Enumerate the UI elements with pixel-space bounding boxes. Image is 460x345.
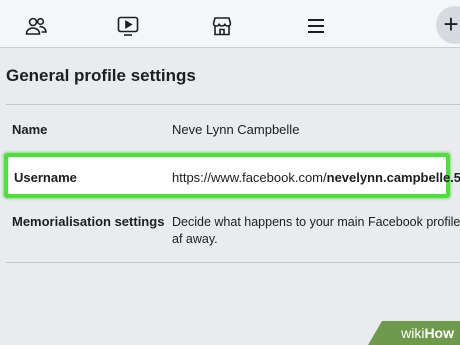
name-value[interactable]: Neve Lynn Campbelle	[172, 122, 299, 137]
plus-icon: +	[443, 9, 459, 39]
divider	[6, 262, 460, 263]
screen: + General profile settings Name Neve Lyn…	[0, 0, 460, 345]
wikihow-watermark: wiki How	[368, 321, 460, 345]
memorialisation-description[interactable]: Decide what happens to your main Faceboo…	[172, 214, 460, 248]
menu-icon[interactable]	[304, 14, 328, 38]
watermark-how-text: How	[424, 325, 454, 341]
friends-icon[interactable]	[24, 14, 48, 38]
create-button[interactable]: +	[436, 6, 460, 44]
memorialisation-label: Memorialisation settings	[12, 214, 165, 229]
page-title: General profile settings	[6, 66, 196, 85]
username-url[interactable]: https://www.facebook.com/nevelynn.campbe…	[172, 170, 460, 185]
watermark-wiki-text: wiki	[401, 325, 425, 341]
username-row[interactable]: Username https://www.facebook.com/nevely…	[4, 153, 460, 198]
username-url-prefix: https://www.facebook.com/	[172, 170, 327, 185]
watch-icon[interactable]	[116, 14, 140, 38]
name-label: Name	[12, 122, 48, 137]
username-url-handle: nevelynn.campbelle.5	[326, 170, 460, 185]
top-nav-bar: +	[0, 0, 460, 48]
divider	[6, 104, 460, 105]
username-label: Username	[14, 170, 77, 185]
marketplace-icon[interactable]	[210, 14, 234, 38]
